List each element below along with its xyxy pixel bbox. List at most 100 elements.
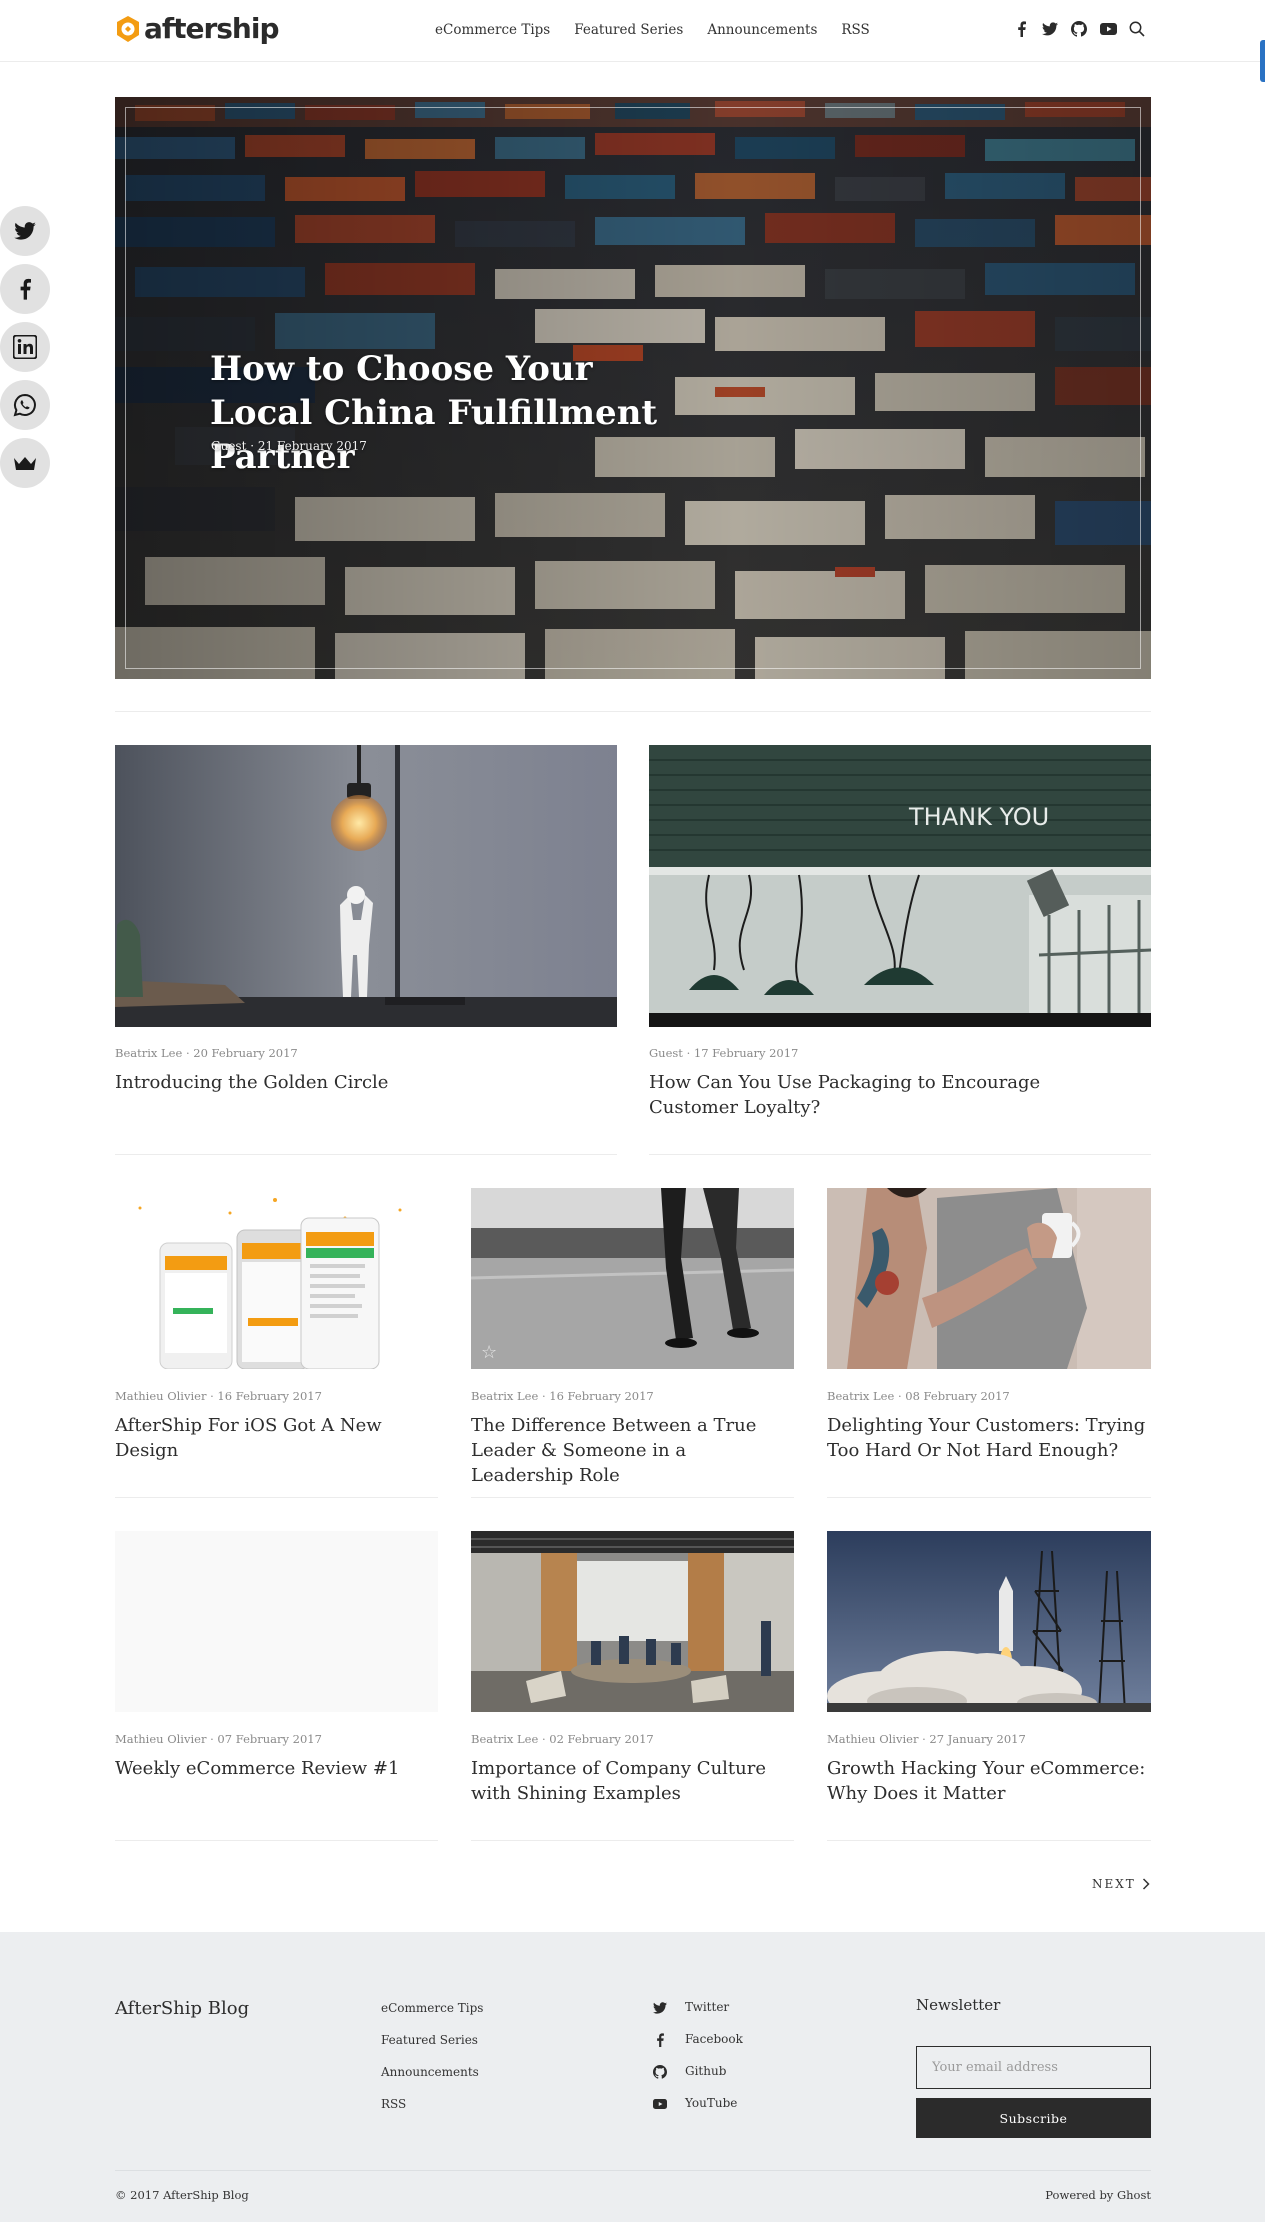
post-title[interactable]: Introducing the Golden Circle [115, 1070, 617, 1095]
card-divider [827, 1840, 1151, 1841]
logo-text: aftership [144, 12, 279, 45]
crown-icon [14, 457, 36, 470]
hero-title[interactable]: How to Choose Your Local China Fulfillme… [210, 347, 680, 479]
footer-social-twitter[interactable]: Twitter [653, 2000, 743, 2032]
nav-item-rss[interactable]: RSS [841, 22, 869, 38]
post-card[interactable]: Beatrix Lee · 02 February 2017 Importanc… [471, 1531, 794, 1841]
twitter-icon [653, 2002, 667, 2014]
footer-link-featured-series[interactable]: Featured Series [381, 2032, 483, 2064]
logo[interactable]: aftership [115, 14, 279, 44]
whatsapp-icon [13, 393, 36, 417]
post-image[interactable] [827, 1531, 1151, 1712]
aftership-logo-icon [117, 16, 139, 42]
post-meta: Guest · 17 February 2017 [649, 1046, 799, 1060]
hero-featured-post[interactable]: How to Choose Your Local China Fulfillme… [115, 97, 1151, 679]
post-image-placeholder[interactable] [115, 1531, 438, 1712]
post-image[interactable]: THANK YOU [649, 745, 1151, 1027]
office-culture-image [471, 1531, 794, 1712]
footer-blog-title[interactable]: AfterShip Blog [115, 1998, 249, 2019]
footer-social-label: Github [685, 2064, 727, 2078]
thank-you-lamps-image: THANK YOU [649, 745, 1151, 1027]
post-image[interactable]: ☆ [471, 1188, 794, 1369]
footer-divider [115, 2170, 1151, 2171]
post-title[interactable]: Delighting Your Customers: Trying Too Ha… [827, 1413, 1151, 1463]
post-card[interactable]: Mathieu Olivier · 16 February 2017 After… [115, 1188, 438, 1498]
facebook-icon[interactable] [1012, 20, 1030, 38]
thank-you-image-text: THANK YOU [908, 803, 1049, 831]
card-divider [115, 1497, 438, 1498]
footer-social: Twitter Facebook Github YouTube [653, 2000, 743, 2128]
card-divider [115, 1154, 617, 1155]
share-twitter-button[interactable] [0, 206, 50, 256]
footer-social-youtube[interactable]: YouTube [653, 2096, 743, 2128]
powered-by-link[interactable]: Powered by Ghost [1045, 2188, 1151, 2202]
twitter-icon[interactable] [1041, 20, 1059, 38]
hero-meta: Guest · 21 February 2017 [211, 439, 367, 453]
github-icon [653, 2065, 667, 2079]
youtube-icon[interactable] [1099, 20, 1117, 38]
post-card[interactable]: THANK YOU Guest · 17 February 2017 How C… [649, 745, 1151, 1155]
post-card[interactable]: ☆ Beatrix Lee · 16 February 2017 The Dif… [471, 1188, 794, 1498]
leaders-walking-image: ☆ [471, 1188, 794, 1369]
next-label: NEXT [1092, 1877, 1136, 1891]
footer-link-ecommerce-tips[interactable]: eCommerce Tips [381, 2000, 483, 2032]
subscribe-button[interactable]: Subscribe [916, 2098, 1151, 2138]
rocket-launch-image [827, 1531, 1151, 1712]
post-card[interactable]: Beatrix Lee · 08 February 2017 Delightin… [827, 1188, 1151, 1498]
post-card[interactable]: Beatrix Lee · 20 February 2017 Introduci… [115, 745, 617, 1155]
post-card[interactable]: Mathieu Olivier · 27 January 2017 Growth… [827, 1531, 1151, 1841]
post-meta: Beatrix Lee · 02 February 2017 [471, 1732, 654, 1746]
footer-social-github[interactable]: Github [653, 2064, 743, 2096]
card-divider [649, 1154, 1151, 1155]
youtube-icon [653, 2099, 667, 2109]
post-meta: Mathieu Olivier · 07 February 2017 [115, 1732, 322, 1746]
nav-item-ecommerce-tips[interactable]: eCommerce Tips [435, 22, 550, 38]
share-facebook-button[interactable] [0, 264, 50, 314]
footer-links: eCommerce Tips Featured Series Announcem… [381, 2000, 483, 2128]
share-bar [0, 206, 50, 496]
ios-app-phones-image [115, 1188, 438, 1369]
nav-item-featured-series[interactable]: Featured Series [574, 22, 683, 38]
chevron-right-icon [1142, 1878, 1150, 1890]
post-title[interactable]: How Can You Use Packaging to Encourage C… [649, 1070, 1119, 1120]
post-image[interactable] [827, 1188, 1151, 1369]
post-image[interactable] [115, 1188, 438, 1369]
footer-social-label: YouTube [685, 2096, 738, 2110]
nav-item-announcements[interactable]: Announcements [707, 22, 817, 38]
next-page-link[interactable]: NEXT [1092, 1877, 1150, 1891]
post-title[interactable]: The Difference Between a True Leader & S… [471, 1413, 794, 1488]
post-title[interactable]: AfterShip For iOS Got A New Design [115, 1413, 438, 1463]
newsletter-title: Newsletter [916, 1996, 1001, 2014]
post-title[interactable]: Weekly eCommerce Review #1 [115, 1756, 438, 1781]
post-image[interactable] [471, 1531, 794, 1712]
lamp-stormtrooper-image [115, 745, 617, 1027]
copyright-text: © 2017 AfterShip Blog [115, 2188, 249, 2202]
footer-social-label: Twitter [685, 2000, 730, 2014]
post-title[interactable]: Growth Hacking Your eCommerce: Why Does … [827, 1756, 1151, 1806]
card-divider [115, 1840, 438, 1841]
search-icon[interactable] [1128, 20, 1146, 38]
facebook-icon [657, 2033, 664, 2047]
linkedin-icon [13, 335, 37, 359]
footer-social-facebook[interactable]: Facebook [653, 2032, 743, 2064]
post-image[interactable] [115, 745, 617, 1027]
post-meta: Mathieu Olivier · 16 February 2017 [115, 1389, 322, 1403]
post-card[interactable]: Mathieu Olivier · 07 February 2017 Weekl… [115, 1531, 438, 1841]
site-header: aftership eCommerce Tips Featured Series… [0, 0, 1265, 62]
scroll-indicator[interactable] [1260, 40, 1265, 82]
share-linkedin-button[interactable] [0, 322, 50, 372]
share-crown-button[interactable] [0, 438, 50, 488]
email-input[interactable] [916, 2046, 1151, 2089]
footer-social-label: Facebook [685, 2032, 743, 2046]
github-icon[interactable] [1070, 20, 1088, 38]
tattooed-woman-mug-image [827, 1188, 1151, 1369]
post-title[interactable]: Importance of Company Culture with Shini… [471, 1756, 794, 1806]
svg-text:☆: ☆ [481, 1342, 497, 1363]
post-meta: Beatrix Lee · 08 February 2017 [827, 1389, 1010, 1403]
twitter-icon [14, 222, 36, 240]
footer-link-announcements[interactable]: Announcements [381, 2064, 483, 2096]
footer-link-rss[interactable]: RSS [381, 2096, 483, 2128]
share-whatsapp-button[interactable] [0, 380, 50, 430]
post-meta: Beatrix Lee · 20 February 2017 [115, 1046, 298, 1060]
main-nav: eCommerce Tips Featured Series Announcem… [435, 22, 894, 38]
